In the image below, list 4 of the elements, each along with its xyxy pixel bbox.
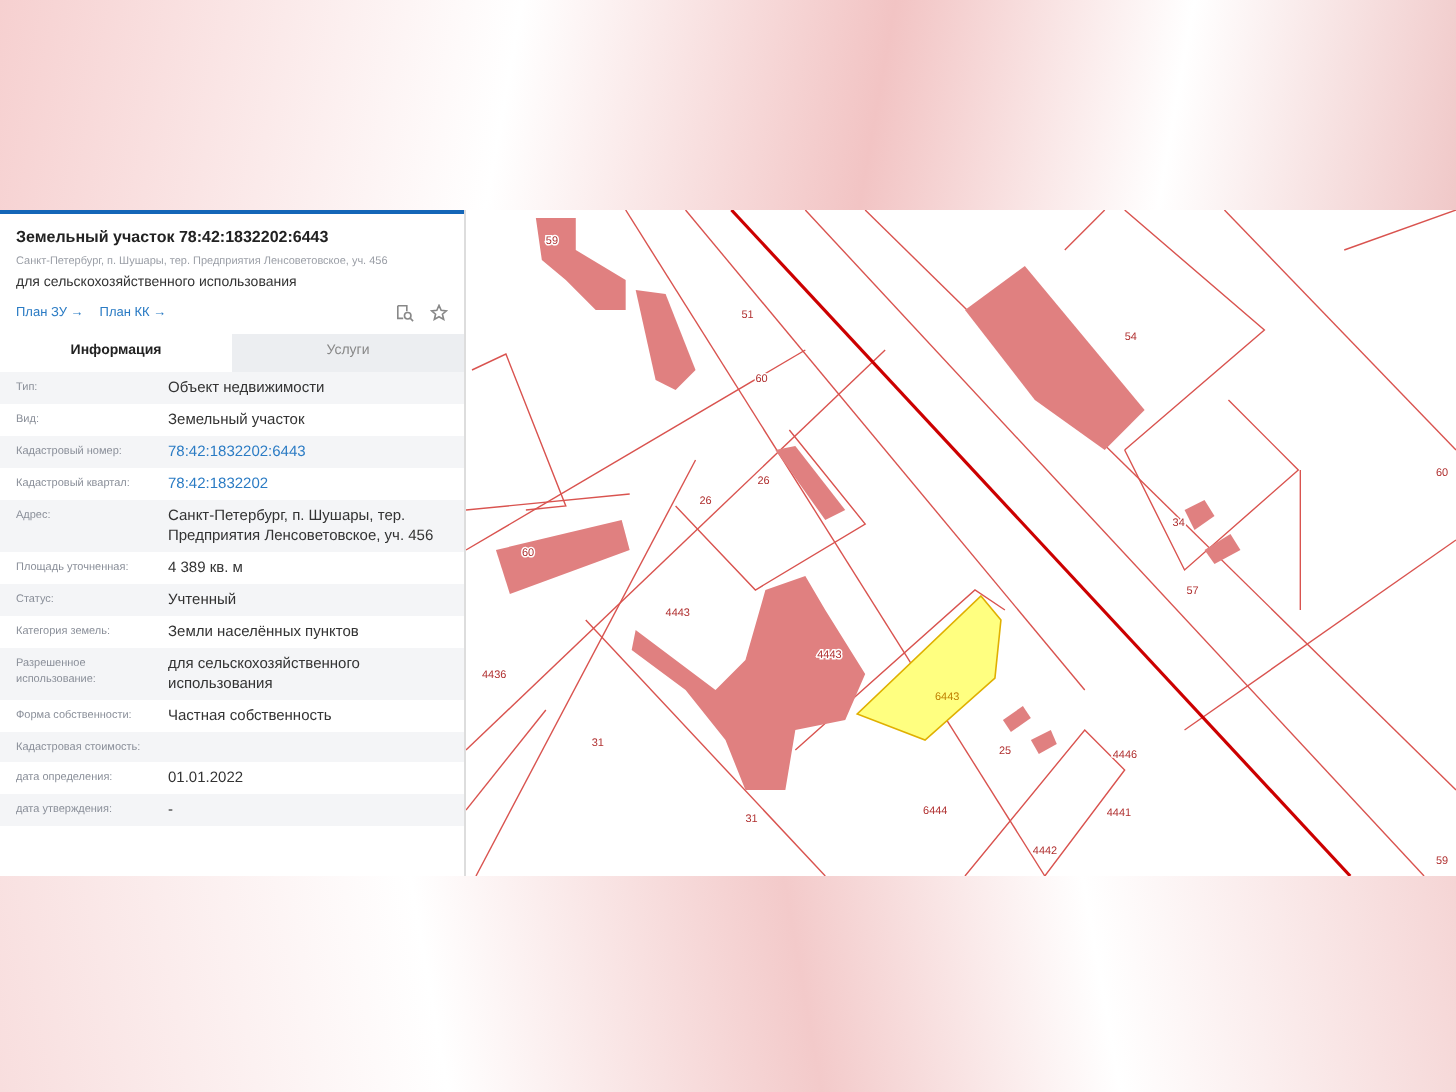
selected-parcel[interactable] [855,594,1002,741]
panel-title: Земельный участок 78:42:1832202:6443 [16,226,331,250]
star-icon[interactable] [430,304,448,323]
search-document-icon[interactable] [396,304,414,323]
